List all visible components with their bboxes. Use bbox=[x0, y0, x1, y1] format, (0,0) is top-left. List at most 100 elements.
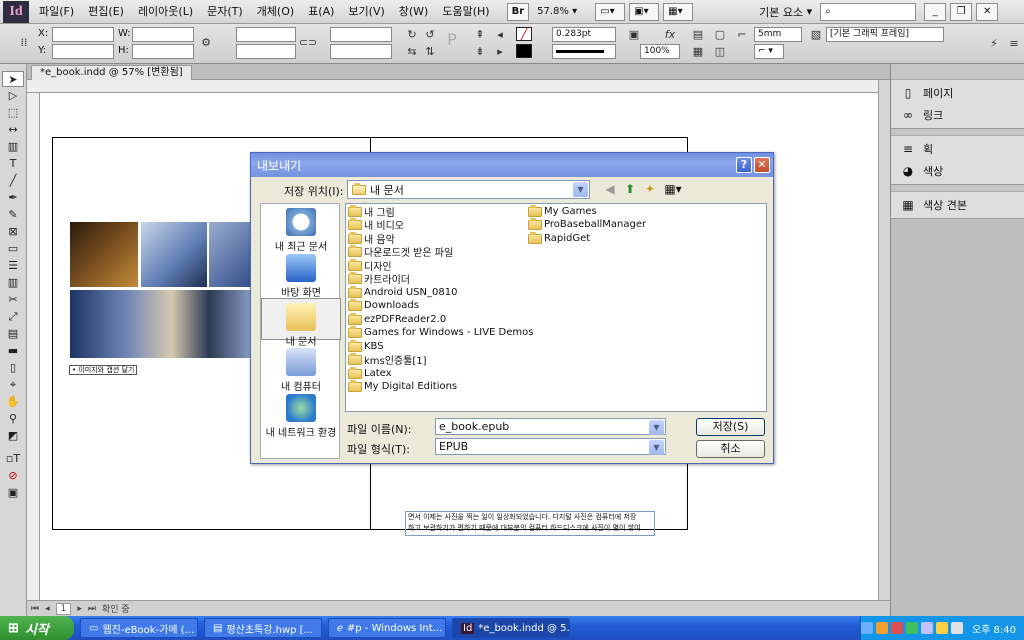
file-item[interactable]: ezPDFReader2.0 bbox=[348, 312, 446, 326]
body-text-frame[interactable]: 면서 이제는 사진을 찍는 일이 일상화되었습니다. 디지털 사진은 컴퓨터에 … bbox=[405, 511, 655, 536]
help-search-input[interactable]: ⌕ bbox=[820, 2, 917, 21]
stroke-weight-field[interactable]: 0.283pt bbox=[552, 27, 616, 42]
last-page-icon[interactable]: ⏭ bbox=[88, 604, 96, 614]
close-icon[interactable]: ✕ bbox=[754, 157, 770, 173]
y-field[interactable] bbox=[52, 44, 114, 59]
reference-point-icon[interactable]: ⁞⁞ bbox=[16, 35, 32, 49]
type-tool-icon[interactable]: T bbox=[2, 156, 24, 172]
gradient-feather-tool-icon[interactable]: ▬ bbox=[2, 343, 24, 359]
corner-options-icon[interactable]: ⌐ bbox=[734, 27, 750, 41]
lightning-icon[interactable]: ⚡ bbox=[986, 36, 1002, 50]
panel-swatches[interactable]: ▦ 색상 견본 bbox=[891, 194, 1024, 216]
stroke-type-dropdown[interactable] bbox=[552, 44, 616, 59]
tray-icon[interactable] bbox=[875, 622, 888, 634]
menu-window[interactable]: 창(W) bbox=[392, 0, 436, 24]
file-item[interactable]: Latex bbox=[348, 366, 392, 380]
apply-none-icon[interactable]: ⊘ bbox=[2, 468, 24, 484]
file-item[interactable]: 내 비디오 bbox=[348, 217, 404, 232]
eyedropper-tool-icon[interactable]: ⌖ bbox=[2, 377, 24, 393]
rotate-ccw-icon[interactable]: ↺ bbox=[422, 27, 438, 41]
tray-icon[interactable] bbox=[905, 622, 918, 634]
object-style-icon[interactable]: ▧ bbox=[808, 27, 824, 41]
formatting-affects-icon[interactable]: ▫T bbox=[2, 451, 24, 467]
select-next-icon[interactable]: ▸ bbox=[492, 44, 508, 58]
new-folder-icon[interactable]: ✦ bbox=[641, 181, 659, 198]
width-field[interactable] bbox=[132, 27, 194, 42]
up-folder-icon[interactable]: ⬆ bbox=[621, 181, 639, 198]
file-item[interactable]: Android USN_0810 bbox=[348, 285, 457, 299]
select-previous-icon[interactable]: ◂ bbox=[492, 27, 508, 41]
cancel-button[interactable]: 취소 bbox=[696, 440, 765, 458]
screen-mode-icon[interactable]: ▣ bbox=[2, 485, 24, 501]
horizontal-ruler[interactable] bbox=[27, 80, 878, 93]
filetype-dropdown[interactable]: EPUB ▼ bbox=[435, 438, 666, 455]
flip-horizontal-icon[interactable]: ⇆ bbox=[404, 44, 420, 58]
height-field[interactable] bbox=[132, 44, 194, 59]
constrain-proportions-icon[interactable]: ⚙ bbox=[198, 35, 214, 49]
corner-shape-dropdown[interactable]: ⌐ ▾ bbox=[754, 44, 784, 59]
gap-tool-icon[interactable]: ↔ bbox=[2, 122, 24, 138]
filename-input[interactable]: e_book.epub ▼ bbox=[435, 418, 666, 435]
place-recent[interactable]: 내 최근 문서 bbox=[261, 208, 341, 253]
fill-stroke-swatch-icon[interactable]: ◩ bbox=[2, 428, 24, 450]
line-tool-icon[interactable]: ╱ bbox=[2, 173, 24, 189]
save-button[interactable]: 저장(S) bbox=[696, 418, 765, 436]
file-item[interactable]: Downloads bbox=[348, 298, 419, 312]
first-page-icon[interactable]: ⏮ bbox=[31, 604, 39, 614]
clock[interactable]: 오후 8:40 bbox=[972, 621, 1016, 636]
pen-tool-icon[interactable]: ✒ bbox=[2, 190, 24, 206]
file-list[interactable]: 내 그림 내 비디오 내 음악 다운로드겟 받은 파일 디자인 카트라이더 An… bbox=[345, 203, 767, 412]
selection-tool-icon[interactable]: ➤ bbox=[2, 71, 24, 87]
file-item[interactable]: ProBaseballManager bbox=[528, 217, 646, 231]
panel-grip[interactable] bbox=[891, 185, 1024, 192]
corner-size-field[interactable]: 5mm bbox=[754, 27, 802, 42]
tray-icon[interactable] bbox=[890, 622, 903, 634]
file-item[interactable]: My Digital Editions bbox=[348, 379, 457, 393]
scissors-tool-icon[interactable]: ✂ bbox=[2, 292, 24, 308]
view-menu-icon[interactable]: ▦▾ bbox=[661, 181, 685, 198]
vertical-grid-icon[interactable]: ▥ bbox=[2, 275, 24, 291]
image-frame-group[interactable] bbox=[70, 222, 255, 358]
menu-object[interactable]: 개체(O) bbox=[250, 0, 301, 24]
place-network[interactable]: 내 네트워크 환경 bbox=[261, 394, 341, 439]
file-item[interactable]: RapidGet bbox=[528, 231, 590, 245]
place-my-computer[interactable]: 내 컴퓨터 bbox=[261, 348, 341, 393]
pencil-tool-icon[interactable]: ✎ bbox=[2, 207, 24, 223]
photo-lawyer[interactable] bbox=[70, 290, 255, 358]
flip-vertical-icon[interactable]: ⇅ bbox=[422, 44, 438, 58]
fit-content-icon[interactable]: ◫ bbox=[712, 44, 728, 58]
bridge-button[interactable]: Br bbox=[506, 2, 530, 21]
help-button[interactable]: ? bbox=[736, 157, 752, 173]
menu-file[interactable]: 파일(F) bbox=[32, 0, 81, 24]
note-tool-icon[interactable]: ▯ bbox=[2, 360, 24, 376]
text-wrap-icon[interactable]: ▤ bbox=[690, 27, 706, 41]
vertical-ruler[interactable] bbox=[27, 93, 40, 600]
place-my-documents[interactable]: 내 문서 bbox=[261, 298, 341, 348]
free-transform-tool-icon[interactable]: ⤢ bbox=[2, 309, 24, 325]
panel-grip[interactable] bbox=[891, 129, 1024, 136]
screen-mode-button[interactable]: ▣▾ bbox=[629, 2, 660, 21]
gradient-tool-icon[interactable]: ▤ bbox=[2, 326, 24, 342]
menu-help[interactable]: 도움말(H) bbox=[435, 0, 496, 24]
fit-frame-icon[interactable]: ▢ bbox=[712, 27, 728, 41]
rotation-field[interactable] bbox=[330, 27, 392, 42]
minimize-button[interactable]: _ bbox=[924, 2, 947, 21]
fill-swatch-icon[interactable]: ╱ bbox=[516, 27, 532, 41]
file-item[interactable]: Games for Windows - LIVE Demos bbox=[348, 325, 533, 339]
object-style-dropdown[interactable]: [기본 그래픽 프레임] bbox=[826, 27, 944, 42]
select-content-icon[interactable]: ⇟ bbox=[472, 44, 488, 58]
select-container-icon[interactable]: ⇞ bbox=[472, 27, 488, 41]
panel-links[interactable]: ∞ 링크 bbox=[891, 104, 1024, 126]
save-location-dropdown[interactable]: 내 문서 ▼ bbox=[347, 180, 590, 199]
start-button[interactable]: ⊞ 시작 bbox=[0, 616, 74, 640]
document-tab[interactable]: *e_book.indd @ 57% [변환됨] bbox=[31, 65, 192, 80]
page-tool-icon[interactable]: ⬚ bbox=[2, 105, 24, 121]
menu-layout[interactable]: 레이아웃(L) bbox=[131, 0, 200, 24]
image-caption[interactable]: • 이미지와 캡션 달기 bbox=[69, 365, 137, 375]
file-item[interactable]: kms인증툴[1] bbox=[348, 352, 427, 367]
opacity-field[interactable]: 100% bbox=[640, 44, 680, 59]
taskbar-item[interactable]: ℯ #p - Windows Int... bbox=[328, 618, 446, 638]
dialog-title-bar[interactable]: 내보내기 bbox=[251, 153, 773, 177]
file-item[interactable]: 카트라이더 bbox=[348, 271, 410, 286]
zoom-tool-icon[interactable]: ⚲ bbox=[2, 411, 24, 427]
